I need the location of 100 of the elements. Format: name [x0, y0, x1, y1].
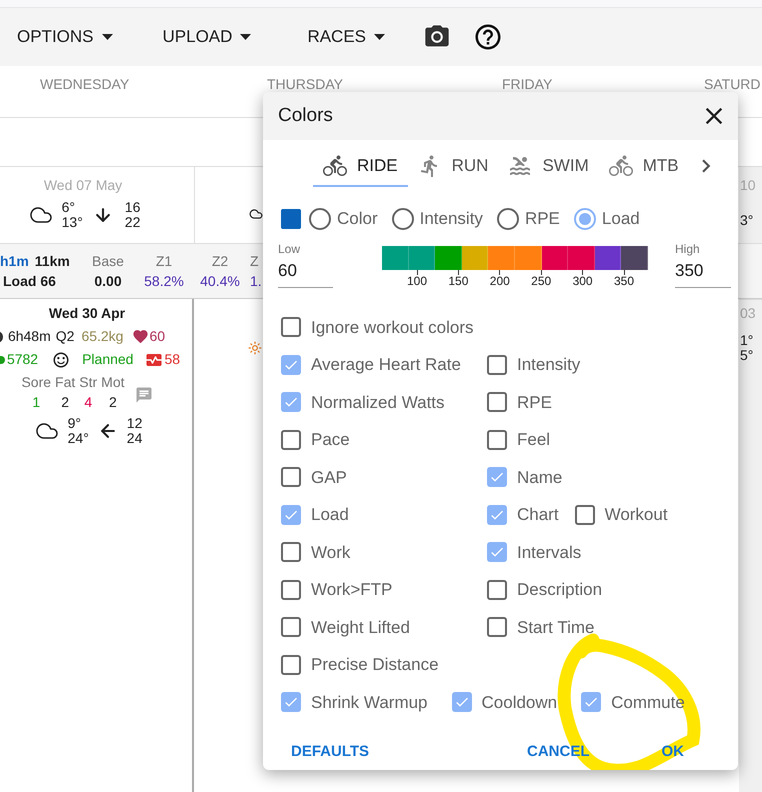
weight: 65.2kg [81, 327, 124, 346]
sport-tab[interactable]: SWIM [498, 147, 599, 187]
checkbox[interactable] [487, 430, 507, 450]
temperature: 6° [62, 200, 76, 215]
day-header: THURSDAY [267, 76, 343, 92]
zone-value: 1. [250, 272, 262, 291]
checkbox[interactable] [452, 692, 472, 712]
wind-speed: 22 [124, 215, 140, 230]
mode-label: Intensity [420, 208, 483, 230]
wellness-label: Str [79, 373, 98, 392]
checkbox[interactable] [487, 504, 507, 525]
checkbox[interactable] [574, 504, 595, 525]
checkbox[interactable] [281, 692, 301, 712]
option-label: Intervals [517, 542, 582, 564]
mode-label: Load [602, 208, 640, 230]
scale-tick-label: 350 [614, 274, 634, 288]
swimmer-icon [508, 154, 532, 178]
color-swatch[interactable] [281, 208, 301, 229]
resting-hr: 60 [149, 327, 166, 346]
help-icon[interactable] [473, 22, 504, 52]
wellness-value: 2 [61, 393, 70, 412]
checkbox[interactable] [281, 392, 301, 412]
zone-label: Z2 [212, 252, 228, 271]
day-date: 03 [740, 306, 757, 321]
zone-label: Base [92, 252, 124, 271]
checkbox[interactable] [281, 504, 301, 525]
smiley-icon [52, 350, 70, 368]
checkbox[interactable] [487, 580, 507, 600]
caret-icon [240, 34, 252, 40]
mode-label: RPE [524, 208, 560, 230]
steps: 5782 [6, 349, 38, 370]
checkbox[interactable] [487, 617, 507, 638]
checkbox[interactable] [581, 692, 602, 712]
option-label: Name [517, 466, 562, 488]
checkbox[interactable] [281, 317, 301, 338]
temperature: 3° [740, 211, 754, 230]
temperature: 9° [68, 416, 82, 431]
temperature: 5° [740, 348, 754, 363]
sport-tab[interactable]: RUN [408, 147, 498, 187]
day-header: WEDNESDAY [40, 76, 130, 92]
temperature: 1° [740, 333, 754, 348]
checkbox[interactable] [281, 467, 301, 488]
zone-value: 40.4% [200, 272, 240, 291]
option-label: Intensity [517, 354, 580, 376]
load-value: Load 66 [2, 272, 57, 291]
option-label: Precise Distance [311, 654, 439, 676]
menu-button[interactable]: RACES [307, 24, 386, 50]
radio-button[interactable] [392, 208, 414, 230]
mode-label: Color [337, 208, 378, 230]
bicycle-icon [608, 154, 633, 178]
option-label: Work [311, 542, 350, 564]
checkbox[interactable] [487, 354, 507, 375]
option-label: Average Heart Rate [311, 354, 461, 376]
day-header: FRIDAY [502, 76, 552, 92]
wellness-label: Fat [55, 373, 76, 392]
low-field[interactable]: Low 60 [278, 240, 333, 288]
checkbox[interactable] [487, 467, 507, 488]
checkbox[interactable] [281, 617, 301, 638]
menu-button[interactable]: OPTIONS [17, 24, 113, 50]
checkbox[interactable] [281, 542, 301, 562]
option-label: Normalized Watts [311, 392, 445, 414]
option-label: Ignore workout colors [311, 316, 474, 338]
checkbox[interactable] [281, 354, 301, 375]
menu-button[interactable]: UPLOAD [162, 24, 252, 50]
cloud-icon [249, 207, 263, 221]
option-label: Chart [517, 504, 559, 526]
caret-icon [102, 34, 113, 40]
checkbox[interactable] [281, 430, 301, 450]
wind-speed: 12 [126, 416, 142, 431]
checkbox[interactable] [487, 542, 507, 562]
checkbox[interactable] [487, 392, 507, 412]
option-label: RPE [517, 392, 552, 414]
sport-tab[interactable]: MTB [598, 147, 689, 187]
checkbox[interactable] [281, 654, 301, 675]
zone-label: Z [250, 252, 259, 271]
radio-button[interactable] [574, 208, 596, 230]
option-label: Work>FTP [311, 579, 392, 601]
ok-button[interactable]: OK [652, 735, 694, 770]
zone-value: 58.2% [144, 272, 184, 291]
day-card[interactable]: Wed 30 Apr 6h48m Q2 65.2kg 60 5782 Planned 58 Sore 1 Fat 2 Str 4 Mot 2 9° 24° 12 24 [0, 299, 194, 792]
scale-tick-label: 300 [572, 274, 593, 288]
bicycle-icon [323, 154, 347, 178]
duration: h1m [0, 252, 29, 271]
checkbox[interactable] [281, 580, 301, 600]
wellness-value: 1 [32, 393, 40, 412]
hrv-value: 58 [164, 350, 180, 369]
option-label: Load [311, 504, 349, 526]
defaults-button[interactable]: DEFAULTS [281, 735, 380, 770]
radio-button[interactable] [309, 208, 331, 230]
option-label: Description [517, 579, 602, 601]
option-label: GAP [311, 466, 347, 488]
sport-tab[interactable]: RIDE [313, 147, 408, 187]
high-field[interactable]: High 350 [675, 240, 731, 288]
scale-tick-label: 250 [531, 274, 552, 288]
heart-icon [132, 328, 150, 345]
caret-icon [374, 34, 386, 40]
sun-icon [248, 341, 262, 355]
radio-button[interactable] [496, 208, 519, 230]
option-label: Pace [311, 429, 350, 451]
day-date: 10 [740, 176, 757, 195]
